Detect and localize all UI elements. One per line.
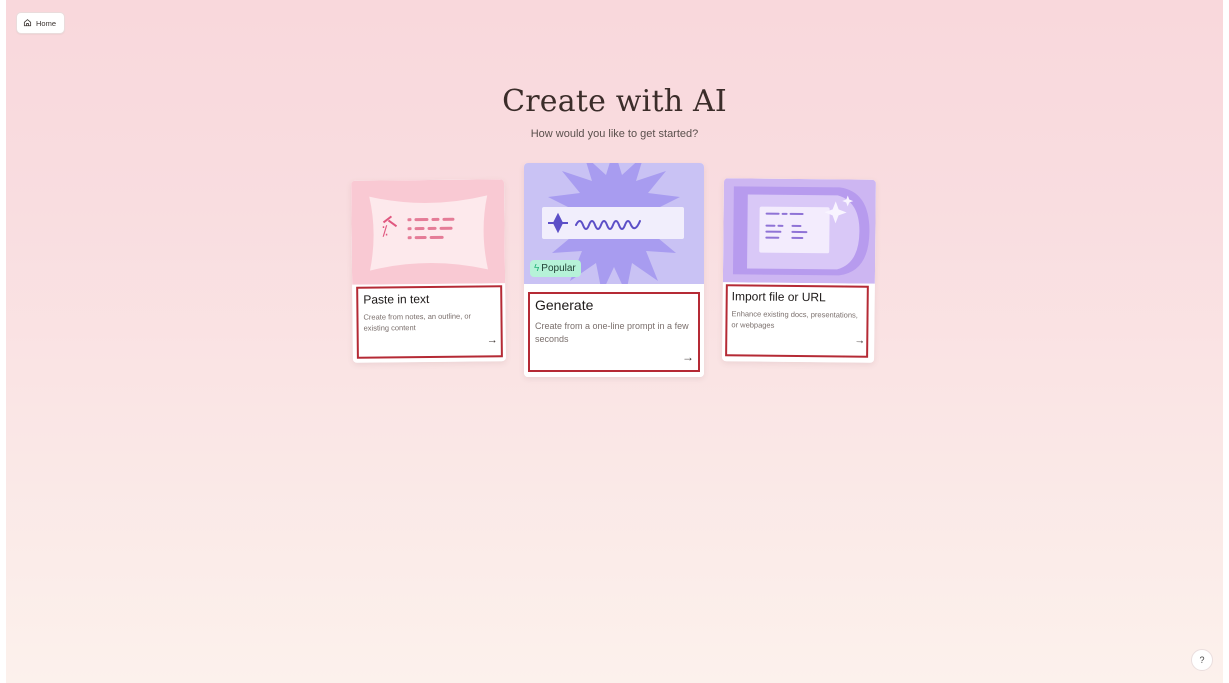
paste-in-text-card[interactable]: ⁒ Paste in text Create from notes, an ou… — [351, 179, 506, 363]
import-file-title: Import file or URL — [731, 289, 826, 305]
generate-illustration: ϟ Popular — [524, 163, 704, 284]
help-button[interactable]: ? — [1191, 649, 1213, 671]
paste-in-text-title: Paste in text — [363, 291, 430, 307]
popular-badge-label: Popular — [541, 263, 576, 274]
home-icon — [23, 18, 32, 29]
page-subtitle: How would you like to get started? — [530, 128, 699, 140]
home-button[interactable]: Home — [16, 12, 66, 34]
generate-title: Generate — [535, 297, 594, 313]
import-file-body: Import file or URL Enhance existing docs… — [722, 282, 875, 363]
popular-badge: ϟ Popular — [530, 260, 581, 277]
import-document-icon — [732, 186, 870, 276]
import-file-description: Enhance existing docs, presentations, or… — [731, 309, 858, 330]
page-title: Create with AI — [502, 84, 727, 119]
home-label: Home — [36, 18, 57, 28]
arrow-right-icon: → — [486, 334, 498, 347]
bolt-icon: ϟ — [534, 263, 540, 274]
paste-in-text-body: Paste in text Create from notes, an outl… — [352, 283, 506, 363]
paste-in-text-description: Create from notes, an outline, or existi… — [363, 311, 472, 333]
svg-text:⁒: ⁒ — [381, 223, 387, 239]
import-file-illustration — [722, 178, 876, 284]
paste-in-text-illustration: ⁒ — [351, 179, 506, 285]
import-file-card[interactable]: Import file or URL Enhance existing docs… — [722, 178, 876, 363]
arrow-right-icon: → — [854, 334, 866, 347]
generate-card[interactable]: ϟ Popular Generate Create from a one-lin… — [524, 163, 704, 377]
generate-body: Generate Create from a one-line prompt i… — [524, 284, 704, 377]
generate-description: Create from a one-line prompt in a few s… — [535, 321, 689, 344]
arrow-right-icon: → — [682, 350, 694, 364]
paste-text-icon: ⁒ — [369, 195, 488, 271]
